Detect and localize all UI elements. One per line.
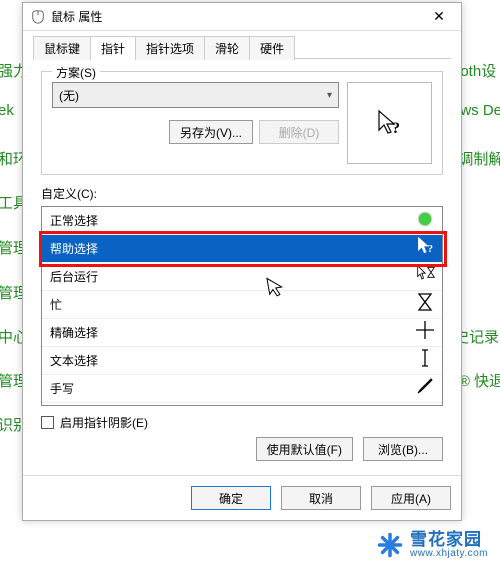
scheme-group-label: 方案(S) bbox=[52, 64, 100, 81]
cursor-listbox[interactable]: 正常选择帮助选择? 后台运行忙精确选择文本选择手写 bbox=[41, 206, 443, 406]
background-link[interactable]: ek bbox=[0, 102, 14, 119]
tab-3[interactable]: 滑轮 bbox=[204, 36, 250, 60]
cursor-row-label: 手写 bbox=[50, 380, 416, 397]
customize-label: 自定义(C): bbox=[41, 185, 443, 202]
svg-text:?: ? bbox=[392, 120, 400, 137]
browse-button[interactable]: 浏览(B)... bbox=[363, 437, 443, 461]
ok-button[interactable]: 确定 bbox=[191, 486, 271, 510]
scheme-select[interactable]: (无) ▾ bbox=[52, 82, 339, 108]
arrow-hourglass-icon bbox=[416, 264, 434, 289]
chevron-down-icon: ▾ bbox=[327, 90, 332, 101]
cursor-row-3[interactable]: 忙 bbox=[42, 291, 442, 319]
tab-strip: 鼠标键指针指针选项滑轮硬件 bbox=[33, 35, 451, 59]
cursor-row-label: 后台运行 bbox=[50, 268, 416, 285]
window-title: 鼠标 属性 bbox=[51, 8, 419, 25]
cursor-row-label: 精确选择 bbox=[50, 324, 416, 341]
tab-4[interactable]: 硬件 bbox=[249, 36, 295, 60]
delete-button: 删除(D) bbox=[259, 120, 339, 144]
pointer-shadow-label: 启用指针阴影(E) bbox=[60, 414, 148, 431]
titlebar[interactable]: 鼠标 属性 ✕ bbox=[23, 3, 461, 31]
mouse-properties-dialog: 鼠标 属性 ✕ 鼠标键指针指针选项滑轮硬件 方案(S) (无) ▾ 另存为(V)… bbox=[22, 2, 462, 521]
tab-1[interactable]: 指针 bbox=[90, 36, 136, 60]
hourglass-icon bbox=[416, 293, 434, 316]
cursor-row-1[interactable]: 帮助选择? bbox=[42, 235, 442, 263]
cursor-row-5[interactable]: 文本选择 bbox=[42, 347, 442, 375]
scheme-group: 方案(S) (无) ▾ 另存为(V)... 删除(D) ? bbox=[41, 71, 443, 175]
tab-0[interactable]: 鼠标键 bbox=[33, 36, 91, 60]
pointer-shadow-checkbox[interactable] bbox=[41, 416, 54, 429]
cursor-row-label: 帮助选择 bbox=[50, 240, 416, 257]
cursor-row-label: 忙 bbox=[50, 296, 416, 313]
mouse-icon bbox=[31, 10, 45, 24]
cursor-preview: ? bbox=[347, 82, 432, 164]
snowflake-icon bbox=[376, 531, 404, 559]
scheme-select-value: (无) bbox=[59, 87, 79, 104]
cancel-button[interactable]: 取消 bbox=[281, 486, 361, 510]
ibeam-icon bbox=[416, 349, 434, 372]
arrow-help-icon: ? bbox=[416, 236, 434, 261]
save-as-button[interactable]: 另存为(V)... bbox=[169, 120, 253, 144]
pen-icon bbox=[416, 377, 434, 400]
cursor-row-4[interactable]: 精确选择 bbox=[42, 319, 442, 347]
close-icon[interactable]: ✕ bbox=[419, 4, 459, 30]
watermark-url: www.xhjaty.com bbox=[410, 549, 488, 560]
cursor-row-0[interactable]: 正常选择 bbox=[42, 207, 442, 235]
cursor-row-label: 正常选择 bbox=[50, 212, 416, 229]
apply-button[interactable]: 应用(A) bbox=[371, 486, 451, 510]
cursor-row-6[interactable]: 手写 bbox=[42, 375, 442, 403]
svg-text:?: ? bbox=[428, 243, 433, 255]
watermark-title: 雪花家园 bbox=[410, 531, 488, 549]
cursor-row-2[interactable]: 后台运行 bbox=[42, 263, 442, 291]
cross-icon bbox=[416, 321, 434, 344]
green-dot-icon bbox=[416, 212, 434, 230]
tab-2[interactable]: 指针选项 bbox=[135, 36, 205, 60]
watermark: 雪花家园 www.xhjaty.com bbox=[376, 531, 488, 559]
cursor-row-label: 文本选择 bbox=[50, 352, 416, 369]
use-default-button[interactable]: 使用默认值(F) bbox=[256, 437, 353, 461]
